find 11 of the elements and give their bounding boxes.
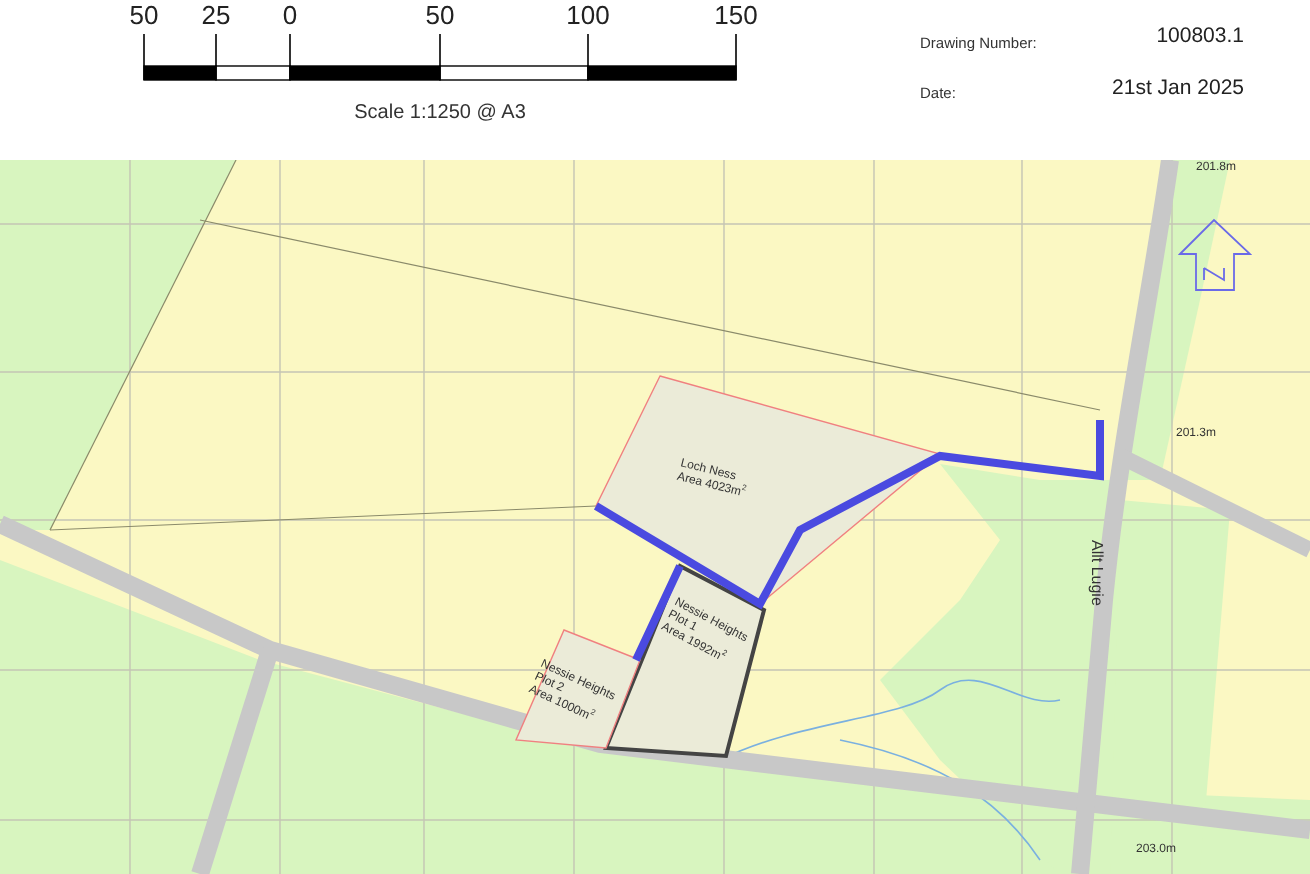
scale-label: 150: [714, 0, 758, 30]
north-arrow-icon: [1177, 218, 1253, 291]
info-value: 21st Jan 2025: [1112, 73, 1244, 104]
scale-label: 50: [425, 0, 455, 30]
scale-label: 0: [282, 0, 298, 30]
road-name: Allt Lugie: [1088, 540, 1106, 606]
info-value: 100803.1: [1156, 22, 1244, 52]
scale-caption: Scale 1:1250 @ A3: [354, 102, 526, 124]
scale-label: 25: [201, 0, 231, 30]
scale-label: 100: [566, 0, 610, 30]
scale-label: 50: [129, 0, 159, 30]
